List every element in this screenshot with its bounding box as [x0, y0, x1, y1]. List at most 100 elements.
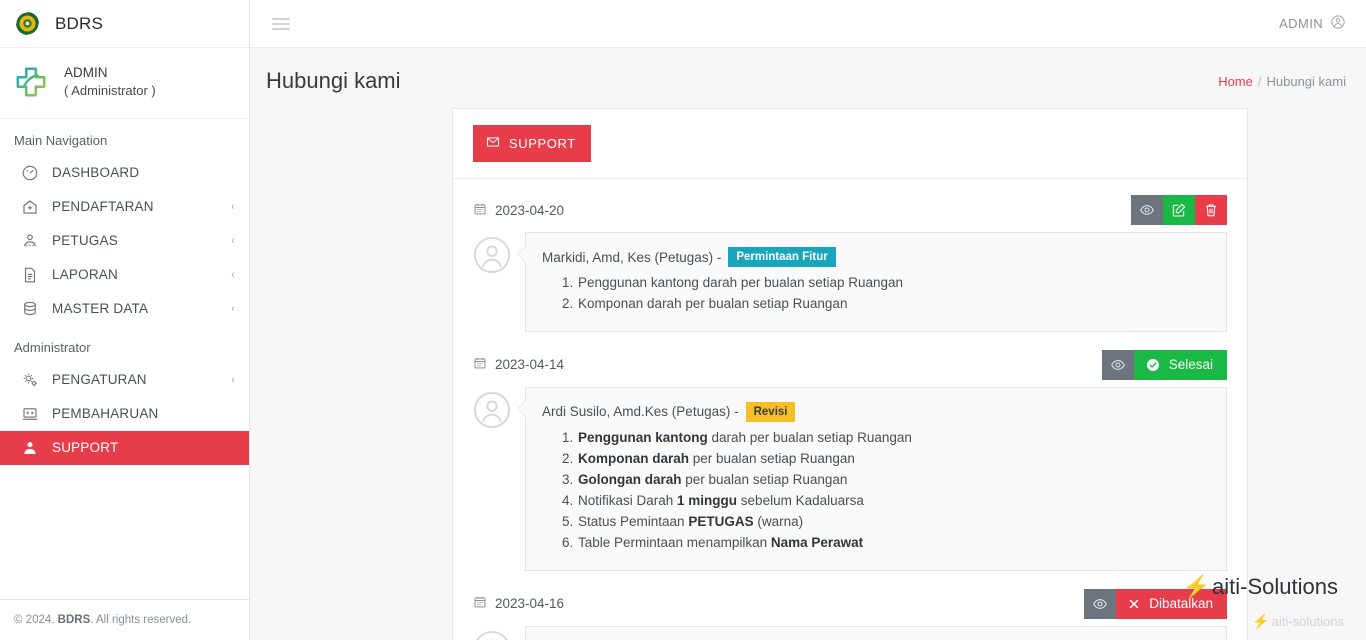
nav-section-title-administrator: Administrator	[14, 339, 91, 355]
timeline-author-line: Ardi Susilo, Amd.Kes (Petugas) - Revisi	[542, 401, 1210, 422]
timeline-bubble: Markidi, Amd, Kes (Petugas) - Permintaan…	[517, 232, 1227, 332]
delete-button[interactable]	[1195, 195, 1227, 225]
sidebar-item-dashboard[interactable]: DASHBOARD	[0, 156, 249, 190]
main-area: ADMIN Hubungi kami Home / Hubungi kami S…	[250, 0, 1366, 640]
sidebar-user-name: ADMIN	[64, 65, 108, 80]
topbar-user-menu[interactable]: ADMIN	[1279, 14, 1346, 33]
chevron-left-icon: ‹	[231, 234, 235, 247]
sidebar-item-label: MASTER DATA	[52, 301, 149, 317]
timeline-date-label: 2023-04-14	[495, 357, 565, 373]
envelope-icon	[486, 135, 500, 152]
support-button[interactable]: SUPPORT	[473, 125, 591, 162]
calendar-icon	[473, 595, 487, 612]
hamburger-icon[interactable]	[272, 15, 290, 33]
sidebar-item-label: DASHBOARD	[52, 165, 140, 181]
pencil-square-icon	[1172, 203, 1186, 217]
sidebar-user-panel[interactable]: ADMIN ( Administrator )	[0, 48, 249, 119]
timeline-entry	[473, 625, 1227, 640]
footer-suffix: . All rights reserved.	[90, 614, 192, 626]
done-button[interactable]: Selesai	[1133, 349, 1227, 380]
avatar	[473, 236, 511, 274]
view-button[interactable]	[1084, 588, 1117, 619]
sidebar-item-label: SUPPORT	[52, 440, 119, 456]
cancelled-button[interactable]: Dibatalkan	[1116, 588, 1227, 619]
list-item-text-bold: Golongan darah	[578, 471, 682, 487]
support-card: SUPPORT 2023-04-20 Markidi, Amd, Kes (Pe…	[452, 108, 1248, 640]
timeline-author: Ardi Susilo, Amd.Kes (Petugas) -	[542, 404, 739, 420]
timeline-item-list: Penggunan kantong darah per bualan setia…	[542, 273, 1210, 315]
trash-icon	[1206, 204, 1216, 217]
medical-cross-icon	[14, 65, 48, 99]
topbar: ADMIN	[250, 0, 1366, 48]
eye-icon	[1110, 360, 1125, 370]
list-item-text: sebelum Kadaluarsa	[737, 492, 864, 508]
list-item: Penggunan kantong darah per bualan setia…	[562, 428, 1210, 449]
list-item-text: per bualan setiap Ruangan	[689, 450, 855, 466]
sidebar-item-label: LAPORAN	[52, 267, 118, 283]
avatar	[473, 391, 511, 429]
document-icon	[20, 265, 39, 284]
nav-section-main: Main Navigation DASHBOARD PENDAFTARAN ‹	[0, 119, 249, 326]
timeline-actions	[1131, 195, 1227, 225]
chevron-left-icon: ‹	[231, 373, 235, 386]
sidebar-item-label: PEMBAHARUAN	[52, 406, 159, 422]
x-icon	[1129, 599, 1139, 608]
list-item: Komponan darah per bualan setiap Ruangan	[562, 294, 1210, 315]
view-button[interactable]	[1131, 195, 1163, 225]
breadcrumb-current: Hubungi kami	[1266, 73, 1347, 89]
breadcrumb: Home / Hubungi kami	[1218, 74, 1346, 89]
brand-header[interactable]: BDRS	[0, 0, 249, 48]
done-button-label: Selesai	[1168, 357, 1213, 373]
view-button[interactable]	[1101, 349, 1134, 380]
sidebar-item-petugas[interactable]: PETUGAS ‹	[0, 224, 249, 258]
sidebar-item-pengaturan[interactable]: PENGATURAN ‹	[0, 363, 249, 397]
timeline-actions: Selesai	[1101, 349, 1227, 380]
list-item-text: Komponan darah per bualan setiap Ruangan	[578, 295, 848, 311]
avatar	[473, 630, 511, 640]
list-item: Notifikasi Darah 1 minggu sebelum Kadalu…	[562, 491, 1210, 512]
status-badge: Permintaan Fitur	[728, 247, 836, 268]
list-item-text: Notifikasi Darah	[578, 492, 678, 508]
timeline-item-list: Penggunan kantong darah per bualan setia…	[542, 428, 1210, 554]
edit-button[interactable]	[1163, 195, 1195, 225]
sidebar-user-role: ( Administrator )	[64, 83, 156, 99]
timeline-actions: Dibatalkan	[1084, 588, 1227, 619]
sidebar-item-laporan[interactable]: LAPORAN ‹	[0, 258, 249, 292]
card-header: SUPPORT	[453, 109, 1247, 179]
timeline-bubble: Ardi Susilo, Amd.Kes (Petugas) - Revisi …	[517, 386, 1227, 571]
list-item-text-bold: Penggunan kantong	[578, 429, 708, 445]
nav-section-title-main: Main Navigation	[14, 132, 108, 148]
sidebar-item-label: PENGATURAN	[52, 372, 147, 388]
user-support-icon	[20, 438, 39, 457]
footer-prefix: © 2024.	[14, 614, 58, 626]
gears-icon	[20, 370, 39, 389]
list-item: Status Pemintaan PETUGAS (warna)	[562, 512, 1210, 533]
sidebar-item-pendaftaran[interactable]: PENDAFTARAN ‹	[0, 190, 249, 224]
list-item-text: Table Permintaan menampilkan	[578, 534, 771, 550]
list-item-text: darah per bualan setiap Ruangan	[707, 429, 912, 445]
user-group-icon	[20, 231, 39, 250]
timeline-entry: Ardi Susilo, Amd.Kes (Petugas) - Revisi …	[473, 386, 1227, 571]
list-item-text: per bualan setiap Ruangan	[681, 471, 848, 487]
brand-title: BDRS	[55, 13, 104, 33]
list-item: Golongan darah per bualan setiap Ruangan	[562, 470, 1210, 491]
sidebar-item-support[interactable]: SUPPORT	[0, 430, 249, 465]
list-item-text-bold: PETUGAS	[688, 513, 754, 529]
list-item-text: (warna)	[753, 513, 804, 529]
page-title: Hubungi kami	[266, 68, 401, 93]
gauge-icon	[20, 163, 39, 182]
timeline-header-row: 2023-04-20	[473, 195, 1227, 225]
timeline-bubble	[517, 625, 1227, 640]
sidebar-item-master-data[interactable]: MASTER DATA ‹	[0, 292, 249, 326]
eye-icon	[1093, 598, 1108, 609]
breadcrumb-home-link[interactable]: Home	[1218, 74, 1253, 89]
sidebar-item-pembaharuan[interactable]: PEMBAHARUAN	[0, 397, 249, 431]
bdrs-logo-icon	[14, 10, 41, 37]
timeline-author: Markidi, Amd, Kes (Petugas) -	[542, 249, 722, 265]
timeline-date: 2023-04-20	[473, 202, 564, 219]
list-item-text-bold: Komponan darah	[578, 450, 690, 466]
chevron-left-icon: ‹	[231, 268, 235, 281]
status-badge: Revisi	[745, 401, 796, 422]
support-button-label: SUPPORT	[509, 136, 576, 151]
